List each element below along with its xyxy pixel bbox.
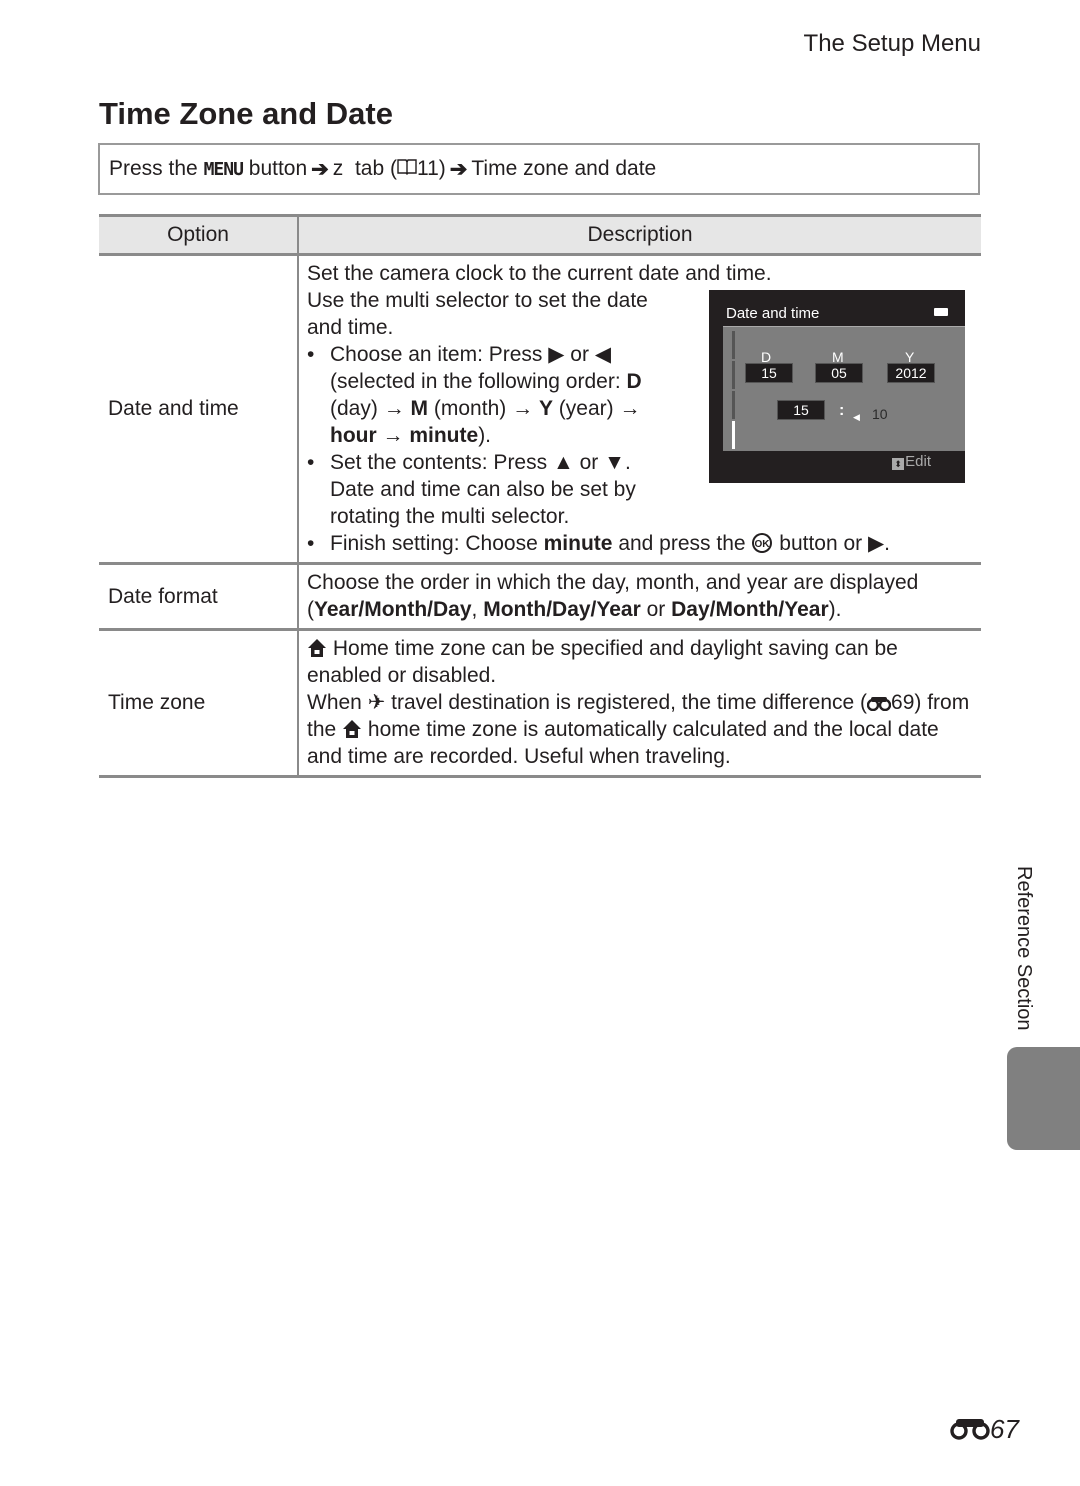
table-row: Date and time Set the camera clock to th… xyxy=(99,254,981,565)
format-option: Year/Month/Day xyxy=(314,598,472,621)
menu-path-box: Press the MENU button ➔ z tab ( 11) ➔ Tim… xyxy=(98,143,980,195)
description-cell: Choose the order in which the day, month… xyxy=(298,563,981,631)
bullet-text: . xyxy=(884,532,891,555)
bullet-bold: Y xyxy=(538,397,553,420)
table-header-row: Option Description xyxy=(99,214,981,256)
option-cell: Time zone xyxy=(99,629,299,778)
edit-label: Edit xyxy=(905,453,931,470)
desc-text: ). xyxy=(828,598,842,621)
scrollbar-segment xyxy=(732,331,735,359)
desc-text: 69) xyxy=(891,691,922,714)
ok-button-icon: OK xyxy=(751,532,773,555)
bullet-text: Choose an item: Press xyxy=(330,343,543,366)
triangle-up-icon: ▲ xyxy=(552,451,574,474)
desc-text: home time zone is automatically calculat… xyxy=(307,718,939,768)
table-row: Time zone Home time zone can be specifie… xyxy=(99,629,981,778)
day-field[interactable]: 15 xyxy=(745,363,793,383)
bullet-text: or xyxy=(579,451,599,474)
scrollbar-segment-active xyxy=(732,421,735,449)
triangle-right-icon: ▶ xyxy=(548,343,565,366)
desc-text: When xyxy=(307,691,362,714)
arrow-icon: → xyxy=(383,397,405,420)
header-description: Description xyxy=(298,214,981,256)
up-down-icon: ⬍ xyxy=(892,458,905,470)
bullet-text: button or xyxy=(779,532,863,555)
nav-destination: Time zone and date xyxy=(471,157,657,180)
bullet-text: (day) xyxy=(330,397,378,420)
bullet-text: ). xyxy=(478,424,492,447)
hour-field[interactable]: 15 xyxy=(777,400,825,420)
nav-prefix: Press the xyxy=(109,157,198,180)
home-icon xyxy=(307,637,327,660)
bullet-text: and press the xyxy=(618,532,746,555)
time-separator: : xyxy=(839,402,845,419)
section-side-label: Reference Section xyxy=(1013,866,1035,1031)
bullet-bold: D xyxy=(626,370,642,393)
description-cell: Set the camera clock to the current date… xyxy=(298,254,981,565)
page-title: Time Zone and Date xyxy=(99,96,393,131)
tab-icon: z xyxy=(332,157,344,180)
desc-text: , xyxy=(471,598,484,621)
scrollbar-segment xyxy=(732,391,735,419)
arrow-right-icon: ➔ xyxy=(449,157,468,181)
bullet-text: Finish setting: Choose xyxy=(330,532,538,555)
caret-left-icon: ◀ xyxy=(853,412,860,422)
intro-line: Use the multi selector to set the date a… xyxy=(307,289,648,339)
book-icon xyxy=(397,157,417,181)
desc-text: Home time zone can be specified and dayl… xyxy=(307,637,898,687)
bullet-text: (selected in the following order: xyxy=(330,370,621,393)
option-cell: Date format xyxy=(99,563,299,631)
triangle-down-icon: ▼ xyxy=(604,451,625,474)
bullet-bold: M xyxy=(410,397,429,420)
nav-page-ref: 11) xyxy=(416,157,446,180)
desc-text: or xyxy=(640,598,672,621)
camera-screen-title: Date and time xyxy=(726,305,820,322)
bullet-bold: minute xyxy=(409,424,479,447)
home-icon xyxy=(342,718,362,741)
bullet-bold: hour xyxy=(330,424,377,447)
airplane-icon: ✈ xyxy=(367,691,386,714)
edit-hint: ⬍ Edit xyxy=(892,448,931,475)
arrow-right-icon: ➔ xyxy=(311,157,329,181)
page-number: 67 xyxy=(950,1414,1019,1445)
menu-key-label: MENU xyxy=(203,158,244,180)
section-tab xyxy=(1007,1047,1080,1150)
format-option: Month/Day/Year xyxy=(483,598,641,621)
section-title: The Setup Menu xyxy=(803,30,981,57)
battery-icon xyxy=(934,308,948,316)
page-number-text: 67 xyxy=(990,1414,1019,1444)
binoculars-icon xyxy=(866,691,892,714)
minute-field[interactable]: 10 xyxy=(872,401,888,428)
bullet-item: • Finish setting: Choose minute and pres… xyxy=(307,532,891,555)
triangle-right-icon: ▶ xyxy=(868,532,885,555)
triangle-left-icon: ◀ xyxy=(594,343,611,366)
desc-text: travel destination is registered, the ti… xyxy=(391,691,868,714)
bullet-item: • Choose an item: Press ▶ or ◀ (selected … xyxy=(307,343,642,447)
bullet-text: (month) xyxy=(433,397,507,420)
nav-tab-word: tab ( xyxy=(354,157,397,180)
header-option: Option xyxy=(99,214,299,256)
option-cell: Date and time xyxy=(99,254,299,565)
arrow-icon: → xyxy=(512,397,534,420)
binoculars-icon xyxy=(950,1414,990,1444)
bullet-bold: minute xyxy=(543,532,613,555)
bullet-text: or xyxy=(570,343,589,366)
description-cell: Home time zone can be specified and dayl… xyxy=(298,629,981,778)
intro-line: Set the camera clock to the current date… xyxy=(307,262,772,285)
year-field[interactable]: 2012 xyxy=(887,363,935,383)
bullet-text: Set the contents: Press xyxy=(330,451,548,474)
arrow-icon: → xyxy=(382,424,404,447)
arrow-icon: → xyxy=(619,397,641,420)
bullet-item: • Set the contents: Press ▲ or ▼. Date a… xyxy=(307,451,636,528)
camera-screen: Date and time D M Y 15 05 2012 15: ◀ 10… xyxy=(709,290,965,483)
month-field[interactable]: 05 xyxy=(815,363,863,383)
camera-settings-panel: D M Y 15 05 2012 15 : ◀ 10 xyxy=(723,326,965,451)
nav-button-word: button xyxy=(248,157,308,180)
bullet-text: (year) xyxy=(558,397,614,420)
table-row: Date format Choose the order in which th… xyxy=(99,563,981,631)
scrollbar-segment xyxy=(732,361,735,389)
options-table: Option Description Date and time Set the… xyxy=(99,214,981,778)
svg-text:OK: OK xyxy=(755,539,771,550)
format-option: Day/Month/Year xyxy=(671,598,829,621)
